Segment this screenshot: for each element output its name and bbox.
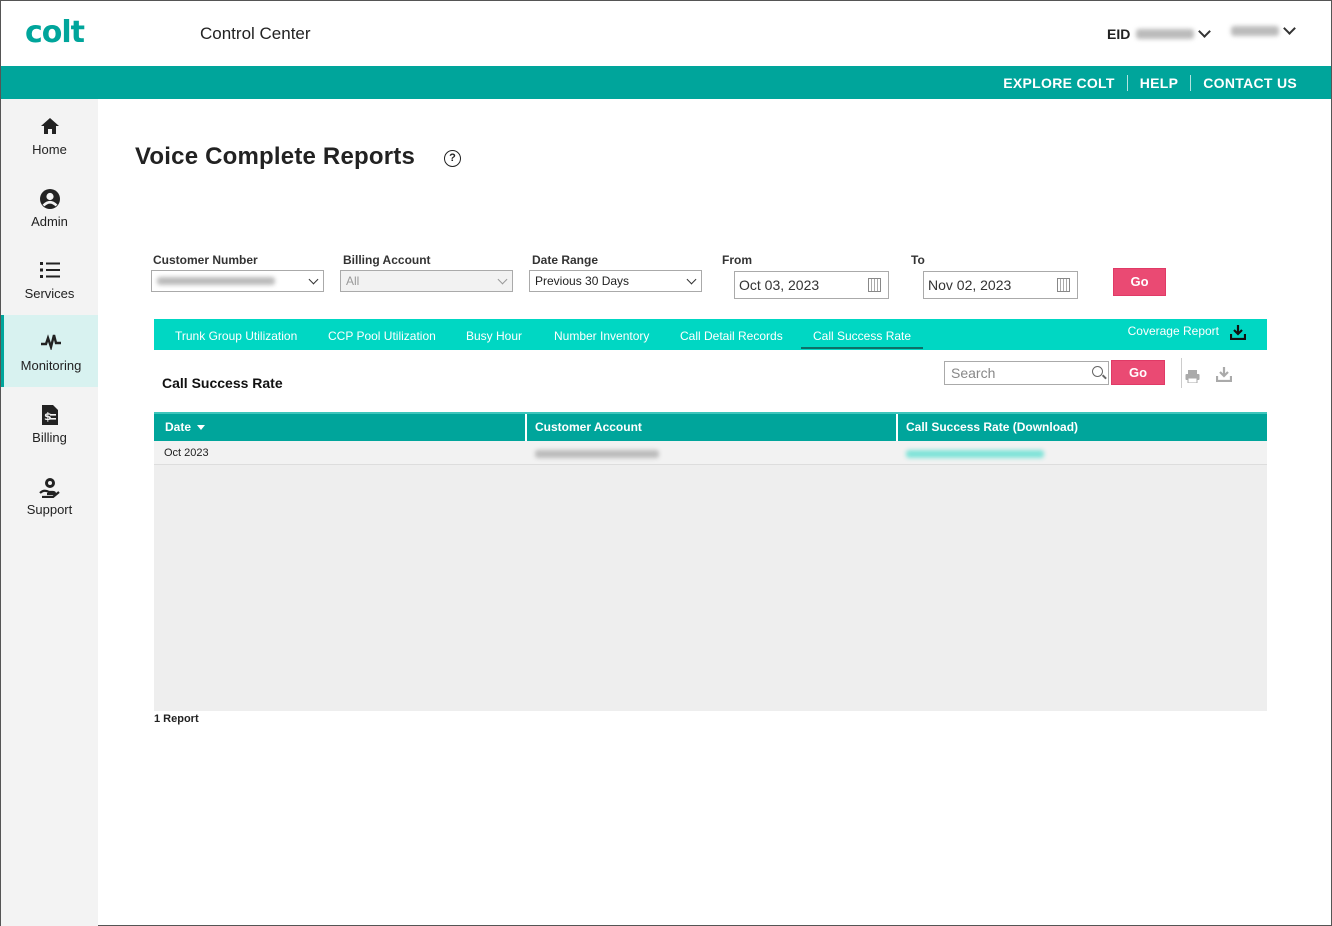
tab-ccp-pool-utilization[interactable]: CCP Pool Utilization xyxy=(328,329,436,343)
sidebar-item-support[interactable]: Support xyxy=(1,459,98,531)
billing-account-select[interactable]: All xyxy=(340,270,513,292)
export-icon[interactable] xyxy=(1216,366,1232,382)
tab-trunk-group-utilization[interactable]: Trunk Group Utilization xyxy=(175,329,297,343)
search-icon[interactable] xyxy=(1092,366,1103,377)
from-label: From xyxy=(722,253,752,267)
chevron-down-icon xyxy=(1283,22,1296,35)
table-row[interactable]: Oct 2023 xyxy=(154,441,1267,465)
tab-number-inventory[interactable]: Number Inventory xyxy=(554,329,649,343)
to-label: To xyxy=(911,253,925,267)
coverage-report-link[interactable]: Coverage Report xyxy=(1128,324,1219,338)
table-header: Date Customer Account Call Success Rate … xyxy=(154,412,1267,441)
customer-number-redacted xyxy=(157,277,275,285)
from-date-value: Oct 03, 2023 xyxy=(739,277,820,293)
chevron-down-icon xyxy=(497,274,508,285)
column-divider xyxy=(896,414,898,441)
customer-number-label: Customer Number xyxy=(153,253,258,267)
sidebar-item-label: Billing xyxy=(32,430,67,445)
cell-download-link-redacted[interactable] xyxy=(906,449,1044,461)
sidebar-item-home[interactable]: Home xyxy=(1,99,98,171)
column-divider xyxy=(525,414,527,441)
user-icon xyxy=(1,188,98,210)
chevron-down-icon xyxy=(686,274,697,285)
from-date-input[interactable]: Oct 03, 2023 xyxy=(734,271,889,299)
sort-desc-icon xyxy=(197,425,206,431)
pulse-icon xyxy=(4,332,98,354)
report-table: Date Customer Account Call Success Rate … xyxy=(154,412,1267,711)
toolbar-divider xyxy=(1181,358,1182,388)
chevron-down-icon xyxy=(1198,25,1212,38)
chevron-down-icon xyxy=(308,274,319,285)
cell-date: Oct 2023 xyxy=(164,447,209,459)
cell-customer-account-redacted xyxy=(535,449,659,461)
date-range-value: Previous 30 Days xyxy=(535,274,630,288)
sidebar-item-admin[interactable]: Admin xyxy=(1,171,98,243)
filter-go-button[interactable]: Go xyxy=(1113,268,1166,296)
report-count: 1 Report xyxy=(154,713,199,725)
calendar-icon[interactable] xyxy=(1057,278,1070,292)
home-icon xyxy=(1,116,98,138)
explore-colt-link[interactable]: EXPLORE COLT xyxy=(991,75,1126,91)
sidebar-item-label: Home xyxy=(32,142,67,157)
help-link[interactable]: HELP xyxy=(1126,75,1191,91)
search-placeholder: Search xyxy=(951,365,996,381)
billing-account-value: All xyxy=(346,274,360,288)
sidebar-item-label: Support xyxy=(26,502,73,517)
user-menu[interactable] xyxy=(1231,22,1296,36)
sidebar-item-label: Monitoring xyxy=(20,358,82,373)
sidebar-item-monitoring[interactable]: Monitoring xyxy=(1,315,98,387)
date-range-select[interactable]: Previous 30 Days xyxy=(529,270,702,292)
search-go-button[interactable]: Go xyxy=(1111,360,1165,385)
column-header-customer-account[interactable]: Customer Account xyxy=(535,420,642,434)
svg-text:$: $ xyxy=(44,410,52,423)
report-tabs: Trunk Group Utilization CCP Pool Utiliza… xyxy=(154,319,1267,350)
column-header-call-success-rate[interactable]: Call Success Rate (Download) xyxy=(906,420,1078,434)
invoice-icon: $ xyxy=(1,404,98,426)
list-icon xyxy=(1,260,98,282)
sidebar: Home Admin Services Monitoring $ Billing… xyxy=(1,99,98,926)
help-icon[interactable]: ? xyxy=(444,150,461,167)
sidebar-item-billing[interactable]: $ Billing xyxy=(1,387,98,459)
date-range-label: Date Range xyxy=(532,253,599,267)
column-header-date[interactable]: Date xyxy=(165,420,206,434)
sidebar-item-services[interactable]: Services xyxy=(1,243,98,315)
contact-us-link[interactable]: CONTACT US xyxy=(1190,75,1309,91)
username-redacted xyxy=(1231,26,1279,36)
tab-call-success-rate[interactable]: Call Success Rate xyxy=(801,329,924,349)
eid-value-redacted xyxy=(1136,29,1195,39)
calendar-icon[interactable] xyxy=(868,278,881,292)
report-section-title: Call Success Rate xyxy=(162,375,283,391)
colt-logo[interactable]: colt xyxy=(25,15,85,50)
billing-account-label: Billing Account xyxy=(343,253,431,267)
tab-call-detail-records[interactable]: Call Detail Records xyxy=(680,329,783,343)
sidebar-item-label: Admin xyxy=(31,214,68,229)
tab-busy-hour[interactable]: Busy Hour xyxy=(466,329,522,343)
page-title: Voice Complete Reports xyxy=(135,143,416,170)
to-date-value: Nov 02, 2023 xyxy=(928,277,1012,293)
to-date-input[interactable]: Nov 02, 2023 xyxy=(923,271,1078,299)
eid-label: EID xyxy=(1107,26,1131,42)
utility-bar: EXPLORE COLT HELP CONTACT US xyxy=(1,66,1331,99)
download-icon[interactable] xyxy=(1230,324,1246,340)
app-title: Control Center xyxy=(200,24,311,43)
customer-number-select[interactable] xyxy=(151,270,324,292)
search-input[interactable]: Search xyxy=(944,361,1109,385)
print-icon[interactable] xyxy=(1185,369,1200,383)
eid-selector[interactable]: EID xyxy=(1107,25,1212,42)
top-header: colt Control Center EID xyxy=(1,1,1331,66)
support-icon xyxy=(1,476,98,499)
sidebar-item-label: Services xyxy=(24,286,75,301)
